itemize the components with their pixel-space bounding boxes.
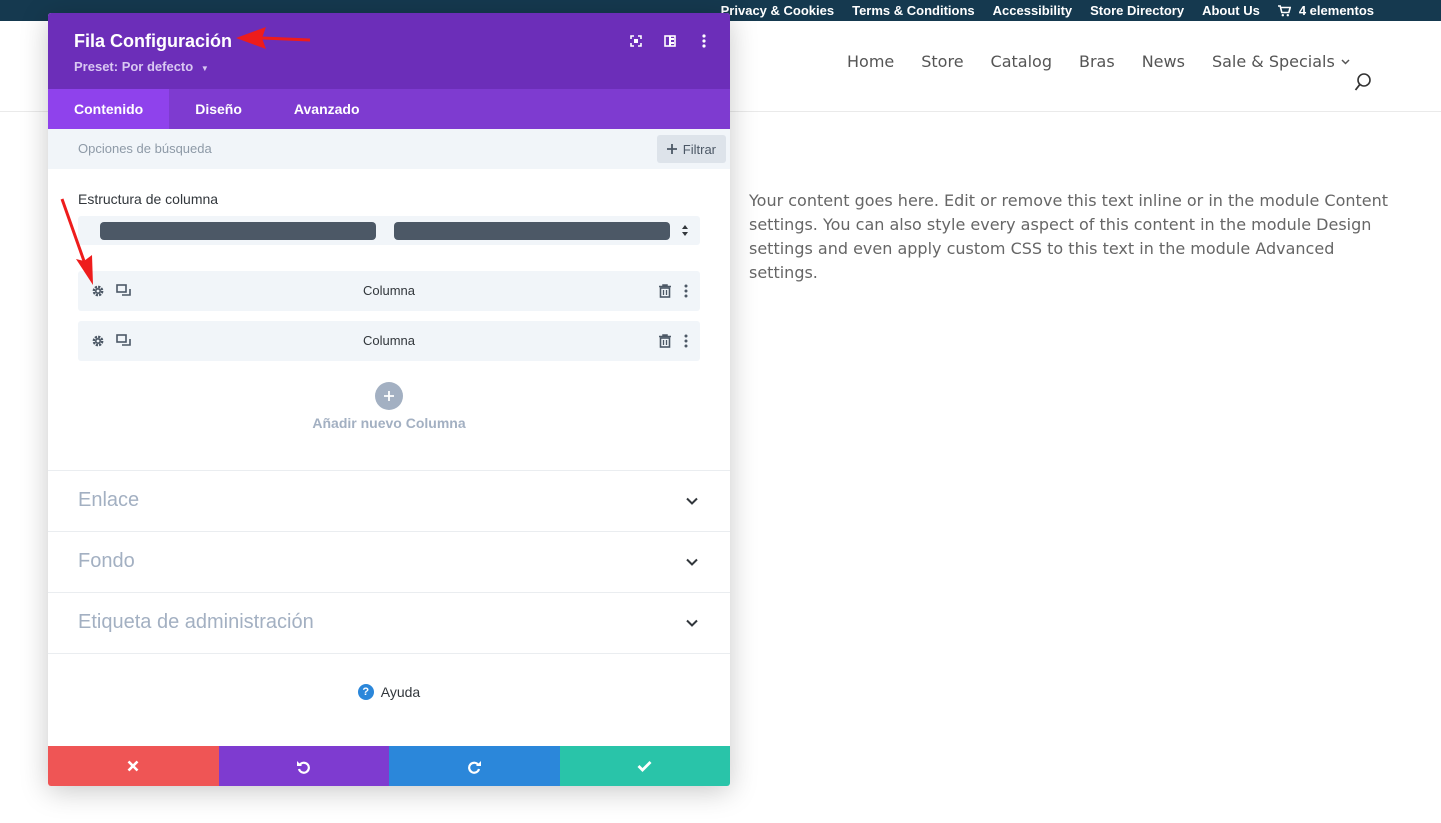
search-options-input[interactable]: Opciones de búsqueda <box>78 141 212 156</box>
toggle-fondo[interactable]: Fondo <box>48 531 730 592</box>
cart-icon <box>1277 4 1291 16</box>
help-icon: ? <box>357 684 374 700</box>
chevron-down-icon <box>686 558 698 566</box>
nav-item-news[interactable]: News <box>1142 52 1185 71</box>
undo-button[interactable] <box>218 746 389 786</box>
toggle-enlace[interactable]: Enlace <box>48 470 730 531</box>
modal-title: Fila Configuración <box>74 31 233 51</box>
redo-button[interactable] <box>389 746 560 786</box>
topbar-link-store-directory[interactable]: Store Directory <box>1090 3 1184 18</box>
preset-selector[interactable]: Preset: Por defecto ▼ <box>74 59 209 74</box>
expand-icon <box>630 35 642 47</box>
split-view-icon <box>664 35 676 47</box>
search-button[interactable] <box>1354 72 1372 96</box>
undo-icon <box>297 760 311 774</box>
tab-diseno[interactable]: Diseño <box>169 89 268 129</box>
plus-icon <box>384 391 394 401</box>
toggle-etiqueta-administracion[interactable]: Etiqueta de administración <box>48 592 730 653</box>
row-settings-modal: Fila Configuración Preset: Por defecto ▼… <box>48 13 730 786</box>
modal-header[interactable]: Fila Configuración Preset: Por defecto ▼ <box>48 13 730 89</box>
tab-avanzado[interactable]: Avanzado <box>268 89 386 129</box>
modal-tabs: Contenido Diseño Avanzado <box>48 89 730 129</box>
add-column-button[interactable] <box>375 382 403 410</box>
toggle-label: Enlace <box>78 489 140 511</box>
column-item[interactable]: Columna <box>78 271 700 311</box>
tab-contenido[interactable]: Contenido <box>48 89 170 129</box>
filter-button[interactable]: Filtrar <box>656 135 726 163</box>
divider <box>48 653 730 654</box>
checkmark-icon <box>637 761 652 772</box>
chevron-down-icon <box>686 497 698 505</box>
add-column-label[interactable]: Añadir nuevo Columna <box>48 415 730 431</box>
topbar-link-privacy[interactable]: Privacy & Cookies <box>721 3 834 18</box>
trash-icon[interactable] <box>659 284 671 298</box>
column-label: Columna <box>362 333 416 348</box>
cart-count-label: 4 elementos <box>1298 3 1374 18</box>
chevron-down-icon <box>1341 58 1350 65</box>
more-options-button[interactable] <box>698 33 710 49</box>
more-vertical-icon <box>702 34 706 48</box>
toggle-label: Fondo <box>78 550 135 572</box>
preset-label: Preset: Por defecto <box>74 59 194 74</box>
caret-down-icon: ▼ <box>200 64 209 73</box>
column-item[interactable]: Columna <box>78 321 700 361</box>
split-view-button[interactable] <box>664 33 676 49</box>
nav-item-sale-specials[interactable]: Sale & Specials <box>1212 52 1350 71</box>
modal-header-actions <box>630 33 710 49</box>
redo-icon <box>467 760 481 774</box>
trash-icon[interactable] <box>659 334 671 348</box>
chevron-down-icon <box>686 619 698 627</box>
cart-link[interactable]: 4 elementos <box>1277 3 1374 18</box>
nav-item-bras[interactable]: Bras <box>1079 52 1115 71</box>
save-button[interactable] <box>559 746 730 786</box>
nav-item-store[interactable]: Store <box>921 52 963 71</box>
content-text[interactable]: Your content goes here. Edit or remove t… <box>749 189 1389 285</box>
help-link[interactable]: ? Ayuda <box>48 684 730 700</box>
column-structure-select[interactable] <box>78 216 700 245</box>
topbar-link-about-us[interactable]: About Us <box>1202 3 1260 18</box>
column-structure-label: Estructura de columna <box>78 191 219 207</box>
toggle-label: Etiqueta de administración <box>78 611 314 633</box>
top-bar-links: Privacy & Cookies Terms & Conditions Acc… <box>721 0 1374 21</box>
nav-item-catalog[interactable]: Catalog <box>991 52 1052 71</box>
column-label: Columna <box>362 283 416 298</box>
expand-button[interactable] <box>630 33 642 49</box>
options-search-bar: Opciones de búsqueda Filtrar <box>48 129 730 169</box>
structure-column-block <box>394 222 670 240</box>
topbar-link-accessibility[interactable]: Accessibility <box>993 3 1073 18</box>
nav-item-home[interactable]: Home <box>847 52 894 71</box>
close-icon <box>127 760 139 772</box>
structure-column-block <box>100 222 376 240</box>
plus-icon <box>666 144 677 154</box>
more-vertical-icon[interactable] <box>684 284 688 298</box>
more-vertical-icon[interactable] <box>684 334 688 348</box>
discard-button[interactable] <box>48 746 219 786</box>
nav-item-sale-specials-label: Sale & Specials <box>1211 52 1335 71</box>
topbar-link-terms[interactable]: Terms & Conditions <box>852 3 975 18</box>
filter-label: Filtrar <box>682 141 716 157</box>
select-arrows-icon <box>682 225 688 236</box>
main-nav: Home Store Catalog Bras News Sale & Spec… <box>847 52 1350 71</box>
search-icon <box>1354 73 1371 91</box>
help-label: Ayuda <box>380 684 421 700</box>
modal-footer <box>48 746 730 786</box>
